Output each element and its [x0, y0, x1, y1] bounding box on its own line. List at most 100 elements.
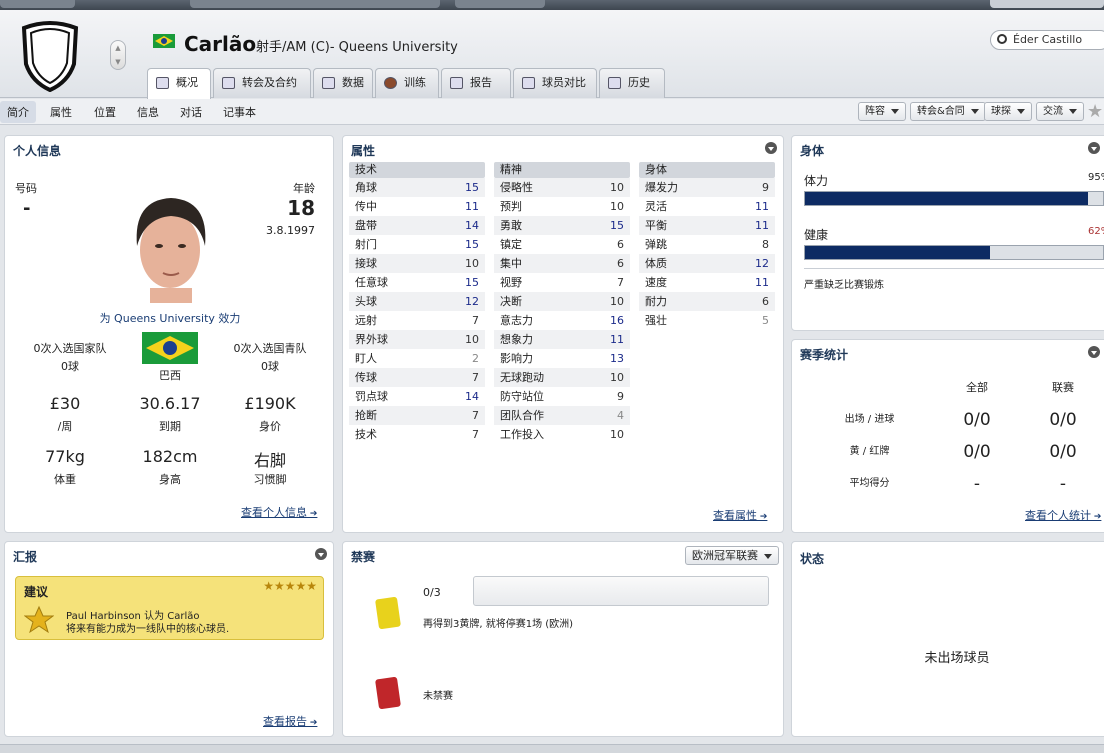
contract-expiry-label: 到期	[159, 420, 181, 433]
attribute-name: 角球	[355, 181, 377, 194]
attribute-row: 盯人 2	[349, 349, 485, 368]
subnav-overview[interactable]: 简介	[0, 101, 36, 123]
yellow-progress-bar	[473, 576, 769, 606]
attribute-value: 10	[610, 428, 624, 441]
top-tab[interactable]	[0, 0, 75, 8]
attribute-value: 13	[610, 352, 624, 365]
attribute-row: 体质 12	[639, 254, 775, 273]
age-value: 18	[287, 196, 315, 220]
attribute-value: 7	[472, 371, 479, 384]
health-label: 健康	[804, 228, 829, 242]
subnav-talk[interactable]: 对话	[180, 104, 202, 120]
attribute-row: 集中 6	[494, 254, 630, 273]
red-card-icon	[375, 676, 401, 710]
chevron-up-icon[interactable]: ▲	[111, 41, 125, 55]
player-switch-stepper[interactable]: ▲ ▼	[110, 40, 126, 70]
top-tab[interactable]	[190, 0, 440, 8]
view-report-link[interactable]: 查看报告	[263, 713, 317, 729]
profile-icon	[156, 77, 169, 89]
attribute-name: 抢断	[355, 409, 377, 422]
attribute-value: 10	[465, 333, 479, 346]
attribute-name: 技术	[355, 428, 377, 441]
attribute-row: 预判 10	[494, 197, 630, 216]
height-value: 182cm	[142, 447, 198, 466]
tab-label: 概况	[176, 76, 198, 89]
attribute-name: 传中	[355, 200, 377, 213]
column-header: 精神	[494, 162, 630, 178]
interact-dropdown[interactable]: 交流	[1036, 102, 1084, 121]
subnav-info[interactable]: 信息	[137, 104, 159, 120]
subnav-attributes[interactable]: 属性	[50, 104, 72, 120]
panel-menu-icon[interactable]	[315, 548, 327, 560]
favorite-star-icon[interactable]: ★	[1087, 101, 1103, 122]
document-icon	[222, 77, 235, 89]
season-cell: 出场 / 进球	[844, 414, 895, 425]
suggestion-line-2: 将来有能力成为一线队中的核心球员.	[66, 624, 230, 635]
tab-stats[interactable]: 数据	[313, 68, 373, 98]
attribute-name: 盘带	[355, 219, 377, 232]
attribute-value: 11	[610, 333, 624, 346]
view-stats-link[interactable]: 查看个人统计	[1025, 507, 1101, 523]
attribute-name: 弹跳	[645, 238, 667, 251]
transfer-dropdown[interactable]: 转会&合同	[910, 102, 986, 121]
attribute-value: 11	[465, 200, 479, 213]
attribute-row: 强壮 5	[639, 311, 775, 330]
foot-label: 习惯脚	[253, 473, 287, 486]
health-bar-fill	[805, 246, 990, 259]
attribute-value: 15	[465, 276, 479, 289]
top-strip	[0, 0, 1104, 10]
number-value: -	[23, 198, 31, 219]
attribute-row: 灵活 11	[639, 197, 775, 216]
top-tab[interactable]	[990, 0, 1104, 8]
chevron-down-icon[interactable]: ▼	[111, 55, 125, 69]
attribute-name: 任意球	[355, 276, 388, 289]
panel-menu-icon[interactable]	[1088, 142, 1100, 154]
attribute-name: 防守站位	[500, 390, 544, 403]
tab-history[interactable]: 历史	[599, 68, 665, 98]
suggestion-title: 建议	[24, 585, 49, 599]
tab-compare[interactable]: 球员对比	[513, 68, 597, 98]
panel-menu-icon[interactable]	[765, 142, 777, 154]
attribute-row: 无球跑动 10	[494, 368, 630, 387]
scout-suggestion-card[interactable]: 建议 ★★★★★ Paul Harbinson 认为 Carlão 将来有能力成…	[15, 576, 324, 640]
tab-report[interactable]: 报告	[441, 68, 511, 98]
attribute-value: 6	[617, 257, 624, 270]
stamina-label: 体力	[804, 174, 829, 188]
tab-transfer[interactable]: 转会及合约	[213, 68, 311, 98]
squad-dropdown[interactable]: 阵容	[858, 102, 906, 121]
view-personal-info-link[interactable]: 查看个人信息	[241, 504, 317, 520]
attribute-value: 16	[610, 314, 624, 327]
top-tab[interactable]	[455, 0, 545, 8]
attribute-row: 角球 15	[349, 178, 485, 197]
season-cell: 0/0	[963, 442, 991, 462]
nationality-label: 巴西	[159, 369, 181, 382]
attribute-row: 速度 11	[639, 273, 775, 292]
attribute-name: 想象力	[500, 333, 533, 346]
attribute-row: 耐力 6	[639, 292, 775, 311]
attribute-name: 远射	[355, 314, 377, 327]
club-crest-icon	[21, 21, 79, 92]
tab-overview[interactable]: 概况	[147, 68, 211, 99]
attribute-name: 影响力	[500, 352, 533, 365]
attribute-name: 速度	[645, 276, 667, 289]
panel-title: 赛季统计	[800, 348, 849, 362]
panel-menu-icon[interactable]	[1088, 346, 1100, 358]
attribute-row: 传中 11	[349, 197, 485, 216]
report-icon	[450, 77, 463, 89]
attribute-value: 7	[472, 428, 479, 441]
attribute-name: 体质	[645, 257, 667, 270]
wage-value: £30	[49, 394, 81, 413]
scout-dropdown[interactable]: 球探	[984, 102, 1032, 121]
competition-dropdown[interactable]: 欧洲冠军联赛	[685, 546, 779, 565]
subnav-positions[interactable]: 位置	[94, 104, 116, 120]
attribute-value: 12	[465, 295, 479, 308]
subnav-notebook[interactable]: 记事本	[223, 104, 256, 120]
view-attributes-link[interactable]: 查看属性	[713, 507, 767, 523]
search-input[interactable]: Éder Castillo	[990, 30, 1104, 50]
tab-training[interactable]: 训练	[375, 68, 439, 98]
tab-label: 转会及合约	[242, 76, 297, 89]
attribute-value: 4	[617, 409, 624, 422]
season-cell: -	[1059, 474, 1067, 494]
attribute-row: 接球 10	[349, 254, 485, 273]
column-header: 身体	[639, 162, 775, 178]
